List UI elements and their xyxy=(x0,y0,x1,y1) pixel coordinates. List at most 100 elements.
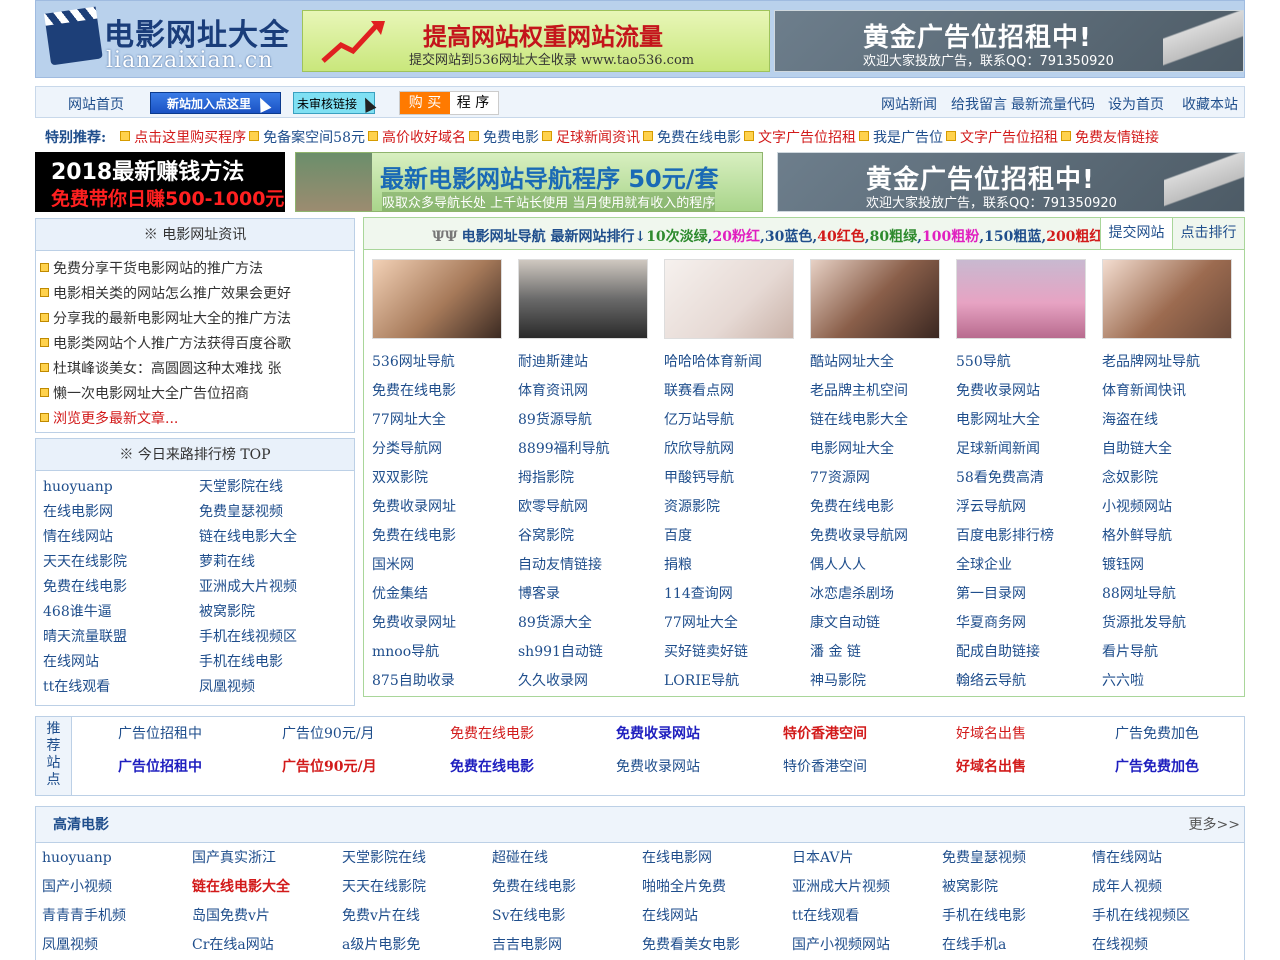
nav-site-link[interactable]: 货源批发导航 xyxy=(1102,609,1248,638)
hd-movie-link[interactable]: huoyuanp xyxy=(42,844,192,873)
nav-site-link[interactable]: 足球新闻新闻 xyxy=(956,435,1102,464)
nav-site-link[interactable]: 875自助收录 xyxy=(372,667,518,696)
special-link[interactable]: 高价收好域名 xyxy=(368,130,466,146)
banner-gold-ad-second[interactable]: 黄金广告位招租中! 欢迎大家投放广告，联系QQ：791350920 xyxy=(777,152,1245,212)
nav-site-link[interactable]: 77网址大全 xyxy=(664,609,810,638)
recommended-link[interactable]: 广告位90元/月 xyxy=(282,757,450,777)
hd-movie-link[interactable]: 国产小视频网站 xyxy=(792,931,942,960)
nav-site-link[interactable]: 国米网 xyxy=(372,551,518,580)
news-link[interactable]: 电影类网站个人推广方法获得百度谷歌 xyxy=(53,336,291,352)
nav-site-link[interactable]: 免费在线电影 xyxy=(810,493,956,522)
nav-site-link[interactable]: 免费在线电影 xyxy=(372,522,518,551)
rank-link[interactable]: huoyuanp xyxy=(43,475,199,500)
recommended-link[interactable]: 好域名出售 xyxy=(956,757,1115,777)
nav-site-link[interactable]: 百度电影排行榜 xyxy=(956,522,1102,551)
nav-site-link[interactable]: 体育资讯网 xyxy=(518,377,664,406)
nav-site-link[interactable]: 欣欣导航网 xyxy=(664,435,810,464)
nav-site-link[interactable]: 老品牌网址导航 xyxy=(1102,348,1248,377)
recommended-link[interactable]: 好域名出售 xyxy=(956,724,1115,744)
banner-earn-money[interactable]: 2018最新赚钱方法 免费带你日赚500-1000元 xyxy=(35,152,285,212)
nav-site-link[interactable]: 潘 金 链 xyxy=(810,638,956,667)
nav-site-link[interactable]: 博客录 xyxy=(518,580,664,609)
recommended-link[interactable]: 免费收录网站 xyxy=(616,724,783,744)
nav-bookmark-link[interactable]: 收藏本站 xyxy=(1182,94,1238,114)
banner-nav-program[interactable]: 最新电影网站导航程序 50元/套 吸取众多导航长处 上千站长使用 当月使用就有收… xyxy=(295,152,763,212)
hd-movie-link[interactable]: 超碰在线 xyxy=(492,844,642,873)
nav-site-link[interactable]: 海盗在线 xyxy=(1102,406,1248,435)
hd-movie-link[interactable]: 在线视频 xyxy=(1092,931,1242,960)
nav-site-link[interactable]: 体育新闻快讯 xyxy=(1102,377,1248,406)
nav-site-link[interactable]: 欧零导航网 xyxy=(518,493,664,522)
special-link[interactable]: 文字广告位招租 xyxy=(946,130,1058,146)
nav-site-link[interactable]: 冰恋虐杀剧场 xyxy=(810,580,956,609)
rank-link[interactable]: 天天在线影院 xyxy=(43,550,199,575)
photo-thumb[interactable] xyxy=(810,259,940,339)
nav-guestbook-link[interactable]: 给我留言 xyxy=(951,94,1007,114)
nav-site-link[interactable]: 免费收录网址 xyxy=(372,609,518,638)
nav-site-link[interactable]: 资源影院 xyxy=(664,493,810,522)
nav-site-link[interactable]: 格外鲜导航 xyxy=(1102,522,1248,551)
nav-site-link[interactable]: 电影网址大全 xyxy=(810,435,956,464)
nav-site-link[interactable]: 甲酸钙导航 xyxy=(664,464,810,493)
nav-site-link[interactable]: 114查询网 xyxy=(664,580,810,609)
unreviewed-links-button[interactable]: 未审核链接 xyxy=(293,92,377,114)
hd-movie-link[interactable]: 情在线网站 xyxy=(1092,844,1242,873)
nav-site-link[interactable]: 89货源导航 xyxy=(518,406,664,435)
tab-click-rank[interactable]: 点击排行 xyxy=(1172,218,1244,249)
nav-home-link[interactable]: 网站首页 xyxy=(68,94,124,114)
nav-site-link[interactable]: 亿万站导航 xyxy=(664,406,810,435)
special-link[interactable]: 免费友情链接 xyxy=(1061,130,1159,146)
nav-site-link[interactable]: 8899福利导航 xyxy=(518,435,664,464)
nav-site-link[interactable]: 免费在线电影 xyxy=(372,377,518,406)
hd-movie-link[interactable]: 天堂影院在线 xyxy=(342,844,492,873)
nav-site-link[interactable]: 谷窝影院 xyxy=(518,522,664,551)
hd-movie-link[interactable]: 免费看美女电影 xyxy=(642,931,792,960)
hd-movie-link[interactable]: 在线手机a xyxy=(942,931,1092,960)
nav-site-link[interactable]: 念奴影院 xyxy=(1102,464,1248,493)
special-link[interactable]: 免备案空间58元 xyxy=(249,130,365,146)
nav-site-link[interactable]: 哈哈哈体育新闻 xyxy=(664,348,810,377)
news-item[interactable]: 分享我的最新电影网址大全的推广方法 xyxy=(40,307,354,332)
nav-site-link[interactable]: LORIE导航 xyxy=(664,667,810,696)
recommended-link[interactable]: 广告位招租中 xyxy=(118,757,282,777)
nav-site-news-link[interactable]: 网站新闻 xyxy=(881,94,937,114)
photo-thumb[interactable] xyxy=(664,259,794,339)
tab-submit-site[interactable]: 提交网站 xyxy=(1100,218,1172,249)
add-new-site-button[interactable]: 新站加入点这里 xyxy=(150,92,281,114)
news-link[interactable]: 杜琪峰谈美女：高圆圆这种太难找 张 xyxy=(53,361,281,377)
news-more-link[interactable]: 浏览更多最新文章... xyxy=(53,411,178,427)
banner-gold-ad-top[interactable]: 黄金广告位招租中! 欢迎大家投放广告，联系QQ：791350920 xyxy=(774,10,1244,72)
recommended-link[interactable]: 免费在线电影 xyxy=(450,724,616,744)
buy-program-button[interactable]: 购 买程 序 xyxy=(399,91,499,115)
nav-site-link[interactable]: 77资源网 xyxy=(810,464,956,493)
rank-link[interactable]: 凤凰视频 xyxy=(199,675,349,700)
rank-link[interactable]: 萝莉在线 xyxy=(199,550,349,575)
news-item[interactable]: 电影类网站个人推广方法获得百度谷歌 xyxy=(40,332,354,357)
hd-movie-link[interactable]: 在线网站 xyxy=(642,902,792,931)
nav-site-link[interactable]: 自助链大全 xyxy=(1102,435,1248,464)
nav-site-link[interactable]: 536网址导航 xyxy=(372,348,518,377)
special-link[interactable]: 足球新闻资讯 xyxy=(542,130,640,146)
nav-site-link[interactable]: 康文自动链 xyxy=(810,609,956,638)
rank-link[interactable]: 免费皇瑟视频 xyxy=(199,500,349,525)
recommended-link[interactable]: 特价香港空间 xyxy=(783,724,956,744)
photo-thumb[interactable] xyxy=(1102,259,1232,339)
rank-link[interactable]: 在线网站 xyxy=(43,650,199,675)
rank-link[interactable]: tt在线观看 xyxy=(43,675,199,700)
rank-link[interactable]: 晴天流量联盟 xyxy=(43,625,199,650)
hd-movie-link[interactable]: a级片电影免 xyxy=(342,931,492,960)
nav-site-link[interactable]: 第一目录网 xyxy=(956,580,1102,609)
nav-site-link[interactable]: 捐粮 xyxy=(664,551,810,580)
special-link[interactable]: 免费在线电影 xyxy=(643,130,741,146)
hd-movie-link[interactable]: 被窝影院 xyxy=(942,873,1092,902)
nav-site-link[interactable]: 89货源大全 xyxy=(518,609,664,638)
nav-site-link[interactable]: 58看免费高清 xyxy=(956,464,1102,493)
hd-movie-link[interactable]: 免费皇瑟视频 xyxy=(942,844,1092,873)
hd-movie-link[interactable]: 吉吉电影网 xyxy=(492,931,642,960)
hd-movie-link[interactable]: 啪啪全片免费 xyxy=(642,873,792,902)
nav-site-link[interactable]: 神马影院 xyxy=(810,667,956,696)
nav-site-link[interactable]: 联赛看点网 xyxy=(664,377,810,406)
nav-site-link[interactable]: 看片导航 xyxy=(1102,638,1248,667)
nav-site-link[interactable]: mnoo导航 xyxy=(372,638,518,667)
nav-set-homepage-link[interactable]: 设为首页 xyxy=(1108,94,1164,114)
